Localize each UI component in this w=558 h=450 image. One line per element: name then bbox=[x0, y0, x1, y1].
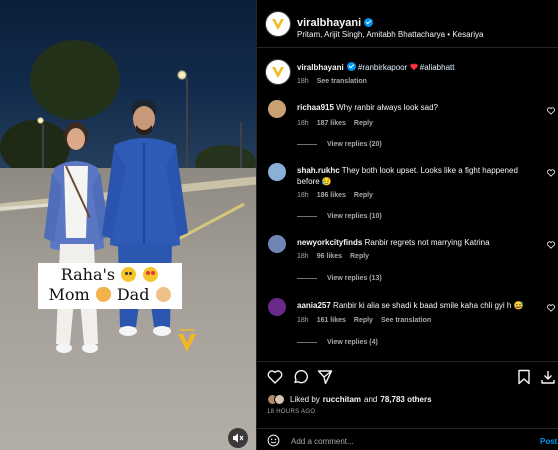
caption-mom: Mom bbox=[48, 285, 90, 304]
avatar[interactable] bbox=[268, 298, 286, 316]
see-translation-link[interactable]: See translation bbox=[317, 78, 367, 85]
emoji-picker-icon[interactable] bbox=[267, 434, 280, 447]
liked-by-row: Liked by rucchitam and 78,783 others bbox=[267, 394, 432, 405]
red-heart-icon bbox=[409, 63, 418, 71]
lamp-light bbox=[177, 70, 187, 80]
speaker-muted-icon bbox=[233, 433, 244, 443]
like-comment-heart-icon[interactable] bbox=[547, 304, 555, 312]
comment-likes[interactable]: 187 likes bbox=[317, 120, 346, 127]
mute-button[interactable] bbox=[228, 428, 248, 448]
man-emoji-icon bbox=[155, 287, 171, 302]
comments-list[interactable]: viralbhayani #ranbirkapoor #aliabhatt 18… bbox=[257, 49, 558, 361]
caption-dad: Dad bbox=[116, 285, 150, 304]
reply-button[interactable]: Reply bbox=[354, 317, 373, 324]
avatar[interactable] bbox=[268, 163, 286, 181]
avatar[interactable] bbox=[268, 235, 286, 253]
hashtag[interactable]: #aliabhatt bbox=[420, 63, 455, 72]
share-paper-plane-icon[interactable] bbox=[317, 369, 333, 385]
view-replies-button[interactable]: View replies (13) bbox=[297, 275, 382, 282]
like-comment-heart-icon[interactable] bbox=[547, 241, 555, 249]
header-username[interactable]: viralbhayani bbox=[297, 17, 361, 29]
caption-text: viralbhayani #ranbirkapoor #aliabhatt bbox=[297, 62, 539, 73]
comment-text: aania257 Ranbir ki alia se shadi k baad … bbox=[297, 300, 539, 311]
reply-button[interactable]: Reply bbox=[350, 253, 369, 260]
see-translation-link[interactable]: See translation bbox=[381, 317, 431, 324]
caption-age: 18h bbox=[297, 78, 309, 85]
comment-meta: 18h 161 likes Reply See translation bbox=[297, 317, 439, 324]
comment-age: 18h bbox=[297, 120, 309, 127]
street-lamp bbox=[240, 122, 242, 172]
likes-count[interactable]: 78,783 others bbox=[380, 395, 431, 404]
woman-emoji-icon bbox=[95, 287, 111, 302]
caption-username[interactable]: viralbhayani bbox=[297, 63, 344, 72]
post-header: viralbhayani Pritam, Arijit Singh, Amita… bbox=[257, 0, 558, 48]
teary-face-icon bbox=[121, 267, 137, 282]
download-icon[interactable] bbox=[540, 369, 556, 385]
audio-credit[interactable]: Pritam, Arijit Singh, Amitabh Bhattachar… bbox=[297, 30, 483, 39]
like-comment-heart-icon[interactable] bbox=[547, 107, 555, 115]
comment-text: richaa915 Why ranbir always look sad? bbox=[297, 102, 539, 113]
hashtag[interactable]: #ranbirkapoor bbox=[358, 63, 407, 72]
caption-meta: 18h See translation bbox=[297, 78, 375, 85]
post-side-panel: viralbhayani Pritam, Arijit Singh, Amita… bbox=[256, 0, 558, 450]
comment-body: Ranbir ki alia se shadi k baad smile kah… bbox=[333, 301, 524, 310]
liked-by-and: and bbox=[364, 395, 378, 404]
comment-body: Why ranbir always look sad? bbox=[336, 103, 438, 112]
header-username-row: viralbhayani bbox=[297, 13, 374, 31]
like-comment-heart-icon[interactable] bbox=[547, 169, 555, 177]
comment-likes[interactable]: 96 likes bbox=[317, 253, 342, 260]
comment-meta: 18h 187 likes Reply bbox=[297, 120, 381, 127]
avatar[interactable] bbox=[268, 100, 286, 118]
comment-text: newyorkcityfinds Ranbir regrets not marr… bbox=[297, 237, 539, 248]
caption-line-1: Raha's bbox=[60, 265, 116, 284]
save-bookmark-icon[interactable] bbox=[516, 369, 532, 385]
comment-likes[interactable]: 161 likes bbox=[317, 317, 346, 324]
reply-button[interactable]: Reply bbox=[354, 192, 373, 199]
comment-meta: 18h 186 likes Reply bbox=[297, 192, 381, 199]
comment-username[interactable]: shah.rukhc bbox=[297, 166, 340, 175]
comment-age: 18h bbox=[297, 317, 309, 324]
add-comment-input[interactable]: Add a comment... bbox=[291, 437, 354, 446]
post-actions: Liked by rucchitam and 78,783 others 18 … bbox=[257, 361, 558, 423]
liked-by-prefix: Liked by bbox=[290, 395, 320, 404]
comment-bubble-icon[interactable] bbox=[292, 369, 308, 385]
instagram-post-view: Raha's Mom Dad viralbhayani Pritam, Arij… bbox=[0, 0, 558, 450]
viral-bhayani-logo-icon bbox=[272, 19, 284, 30]
avatar[interactable] bbox=[265, 11, 291, 37]
comment-username[interactable]: newyorkcityfinds bbox=[297, 238, 362, 247]
verified-badge-icon bbox=[346, 62, 356, 71]
reply-button[interactable]: Reply bbox=[354, 120, 373, 127]
man-figure bbox=[102, 99, 188, 336]
comment-composer: Add a comment... Post bbox=[257, 428, 558, 450]
avatar[interactable] bbox=[265, 59, 291, 85]
comment-username[interactable]: aania257 bbox=[297, 301, 331, 310]
comment-age: 18h bbox=[297, 192, 309, 199]
post-video[interactable]: Raha's Mom Dad bbox=[0, 0, 256, 450]
video-caption-card: Raha's Mom Dad bbox=[38, 263, 182, 309]
like-heart-icon[interactable] bbox=[267, 369, 283, 385]
heart-eyes-icon bbox=[143, 267, 159, 282]
post-date[interactable]: 18 HOURS AGO bbox=[267, 409, 315, 415]
comment-likes[interactable]: 186 likes bbox=[317, 192, 346, 199]
comment-username[interactable]: richaa915 bbox=[297, 103, 334, 112]
comment-text: shah.rukhc They both look upset. Looks l… bbox=[297, 165, 533, 187]
liked-by-user[interactable]: rucchitam bbox=[323, 395, 361, 404]
comment-meta: 18h 96 likes Reply bbox=[297, 253, 377, 260]
view-replies-button[interactable]: View replies (4) bbox=[297, 339, 378, 346]
verified-badge-icon bbox=[364, 18, 374, 27]
comment-body: Ranbir regrets not marrying Katrina bbox=[364, 238, 490, 247]
avatar bbox=[274, 394, 285, 405]
view-replies-button[interactable]: View replies (20) bbox=[297, 141, 382, 148]
post-comment-button[interactable]: Post bbox=[540, 437, 557, 446]
view-replies-button[interactable]: View replies (10) bbox=[297, 213, 382, 220]
viral-bhayani-logo-icon bbox=[178, 329, 196, 352]
comment-age: 18h bbox=[297, 253, 309, 260]
viral-bhayani-logo-icon bbox=[272, 67, 284, 78]
